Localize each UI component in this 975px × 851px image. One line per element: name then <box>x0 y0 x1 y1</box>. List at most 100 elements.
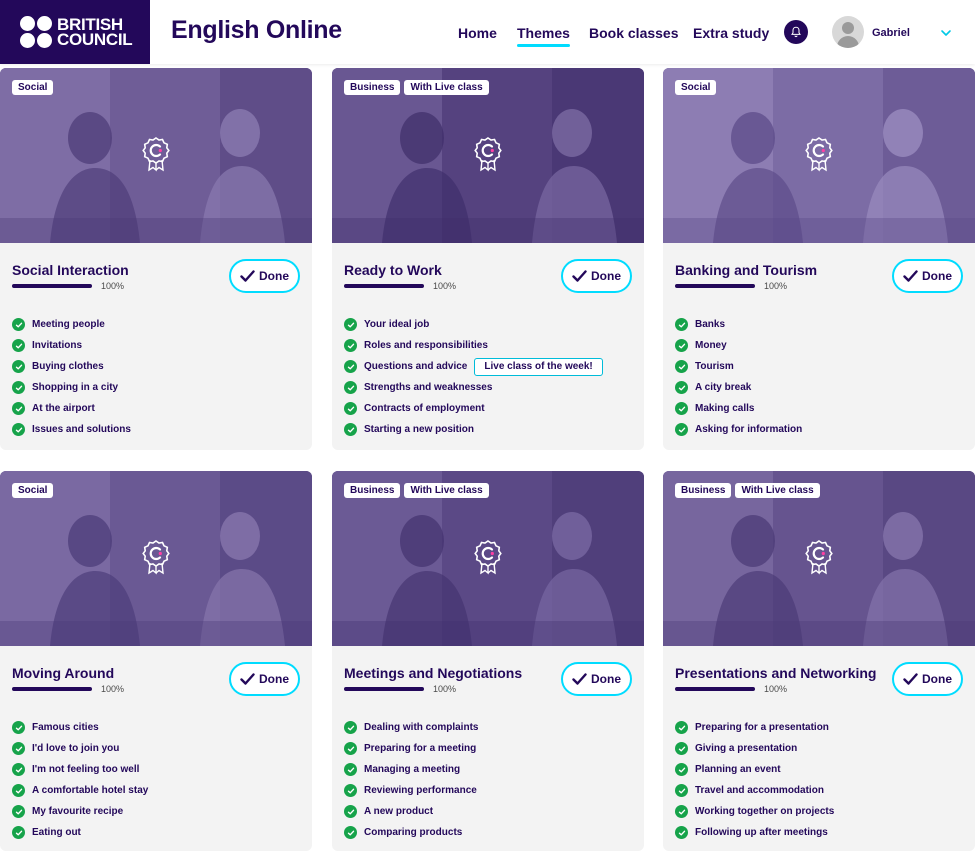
check-icon <box>675 381 688 394</box>
topic-item[interactable]: Dealing with complaints <box>344 717 632 738</box>
check-icon <box>344 318 357 331</box>
topic-item[interactable]: My favourite recipe <box>12 801 300 822</box>
theme-image[interactable]: Business With Live class <box>332 471 644 646</box>
topic-item[interactable]: Tourism <box>675 356 963 377</box>
topic-label: Contracts of employment <box>364 403 485 414</box>
live-class-badge[interactable]: Live class of the week! <box>474 357 603 376</box>
topic-label: Strengths and weaknesses <box>364 382 493 393</box>
theme-card[interactable]: Business With Live class Presentations an… <box>663 471 975 851</box>
topic-item[interactable]: Banks <box>675 314 963 335</box>
check-icon <box>675 742 688 755</box>
topic-item[interactable]: Planning an event <box>675 759 963 780</box>
topic-item[interactable]: Preparing for a meeting <box>344 738 632 759</box>
done-button[interactable]: Done <box>561 662 632 696</box>
topic-item[interactable]: At the airport <box>12 398 300 419</box>
topic-item[interactable]: Questions and advice Live class of the we… <box>344 356 632 377</box>
topic-item[interactable]: Famous cities <box>12 717 300 738</box>
done-label: Done <box>591 269 621 283</box>
topic-item[interactable]: Making calls <box>675 398 963 419</box>
done-button[interactable]: Done <box>892 259 963 293</box>
topic-item[interactable]: Working together on projects <box>675 801 963 822</box>
topic-item[interactable]: Money <box>675 335 963 356</box>
top-header: BRITISH COUNCIL English Online Home Them… <box>0 0 975 64</box>
topic-item[interactable]: Giving a presentation <box>675 738 963 759</box>
check-icon <box>344 423 357 436</box>
topic-item[interactable]: Preparing for a presentation <box>675 717 963 738</box>
theme-card[interactable]: Social Social Interaction 100% Done Meet… <box>0 68 312 450</box>
topic-item[interactable]: A city break <box>675 377 963 398</box>
nav-book-classes[interactable]: Book classes <box>589 25 679 41</box>
theme-tags: Business With Live class <box>344 483 489 498</box>
progress-bar <box>12 687 92 691</box>
topic-label: Roles and responsibilities <box>364 340 488 351</box>
nav-extra-study[interactable]: Extra study <box>693 25 769 41</box>
topic-list: Banks Money Tourism A city break Making … <box>675 314 963 440</box>
progress-bar <box>12 284 92 288</box>
topic-item[interactable]: A comfortable hotel stay <box>12 780 300 801</box>
topic-label: A city break <box>695 382 752 393</box>
user-name[interactable]: Gabriel <box>872 27 910 39</box>
done-button[interactable]: Done <box>561 259 632 293</box>
achievement-badge-icon <box>142 539 170 580</box>
theme-image[interactable]: Social <box>0 471 312 646</box>
chevron-down-icon[interactable] <box>940 26 952 44</box>
topic-item[interactable]: Shopping in a city <box>12 377 300 398</box>
topic-item[interactable]: Your ideal job <box>344 314 632 335</box>
done-button[interactable]: Done <box>229 662 300 696</box>
topic-item[interactable]: Strengths and weaknesses <box>344 377 632 398</box>
check-icon <box>240 673 255 685</box>
check-icon <box>675 826 688 839</box>
topic-list: Your ideal job Roles and responsibilitie… <box>344 314 632 440</box>
theme-tag: With Live class <box>735 483 820 498</box>
theme-card[interactable]: Business With Live class Meetings and Neg… <box>332 471 644 851</box>
topic-list: Dealing with complaints Preparing for a … <box>344 717 632 843</box>
topic-item[interactable]: I'd love to join you <box>12 738 300 759</box>
topic-label: At the airport <box>32 403 95 414</box>
nav-home[interactable]: Home <box>458 25 497 41</box>
topic-item[interactable]: Issues and solutions <box>12 419 300 440</box>
topic-item[interactable]: I'm not feeling too well <box>12 759 300 780</box>
topic-item[interactable]: Reviewing performance <box>344 780 632 801</box>
topic-item[interactable]: Managing a meeting <box>344 759 632 780</box>
topic-item[interactable]: Roles and responsibilities <box>344 335 632 356</box>
theme-tag: Social <box>12 483 54 498</box>
nav-themes[interactable]: Themes <box>517 25 570 47</box>
topic-label: Giving a presentation <box>695 743 798 754</box>
topic-item[interactable]: Starting a new position <box>344 419 632 440</box>
theme-image[interactable]: Business With Live class <box>332 68 644 243</box>
topic-item[interactable]: Asking for information <box>675 419 963 440</box>
topic-item[interactable]: Invitations <box>12 335 300 356</box>
topic-label: A comfortable hotel stay <box>32 785 149 796</box>
topic-item[interactable]: Meeting people <box>12 314 300 335</box>
topic-item[interactable]: Buying clothes <box>12 356 300 377</box>
bell-icon[interactable] <box>784 20 808 44</box>
topic-label: Your ideal job <box>364 319 430 330</box>
theme-tags: Business With Live class <box>344 80 489 95</box>
topic-item[interactable]: Travel and accommodation <box>675 780 963 801</box>
theme-card[interactable]: Social Moving Around 100% Done Famous ci… <box>0 471 312 851</box>
done-button[interactable]: Done <box>229 259 300 293</box>
theme-image[interactable]: Social <box>0 68 312 243</box>
theme-tag: Social <box>12 80 54 95</box>
theme-image[interactable]: Social <box>663 68 975 243</box>
check-icon <box>675 318 688 331</box>
topic-label: Questions and advice <box>364 361 468 372</box>
topic-item[interactable]: Following up after meetings <box>675 822 963 843</box>
topic-label: Money <box>695 340 727 351</box>
topic-label: Starting a new position <box>364 424 475 435</box>
done-button[interactable]: Done <box>892 662 963 696</box>
done-label: Done <box>922 672 952 686</box>
user-avatar[interactable] <box>832 16 864 48</box>
achievement-badge-icon <box>805 539 833 580</box>
check-icon <box>12 402 25 415</box>
topic-item[interactable]: Comparing products <box>344 822 632 843</box>
check-icon <box>572 673 587 685</box>
topic-item[interactable]: Eating out <box>12 822 300 843</box>
theme-image[interactable]: Business With Live class <box>663 471 975 646</box>
topic-label: Preparing for a presentation <box>695 722 829 733</box>
topic-label: Reviewing performance <box>364 785 477 796</box>
topic-item[interactable]: A new product <box>344 801 632 822</box>
theme-card[interactable]: Business With Live class Ready to Work 10… <box>332 68 644 450</box>
theme-card[interactable]: Social Banking and Tourism 100% Done Ban… <box>663 68 975 450</box>
topic-item[interactable]: Contracts of employment <box>344 398 632 419</box>
